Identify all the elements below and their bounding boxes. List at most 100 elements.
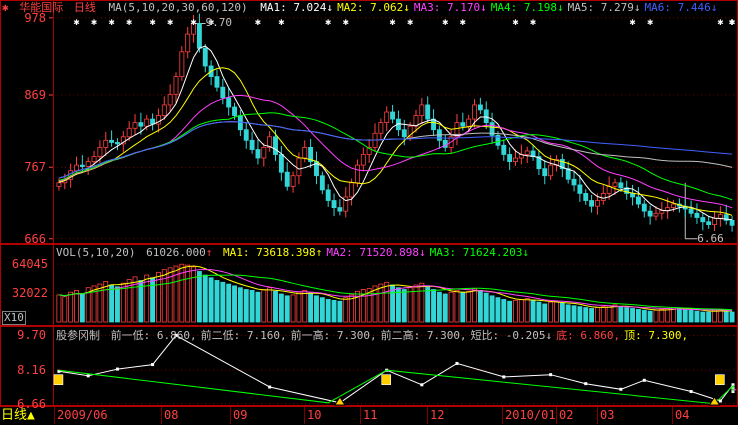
volume-bar[interactable] xyxy=(630,308,636,323)
volume-bar[interactable] xyxy=(729,311,735,323)
candle[interactable] xyxy=(477,97,483,115)
volume-bar[interactable] xyxy=(431,289,436,323)
candle[interactable] xyxy=(267,131,273,152)
volume-bar[interactable] xyxy=(249,290,255,323)
volume-bar[interactable] xyxy=(612,304,618,323)
volume-unit-button[interactable]: X10 xyxy=(2,311,26,325)
candle[interactable] xyxy=(694,203,700,224)
volume-bar[interactable] xyxy=(384,281,390,323)
candle[interactable] xyxy=(717,206,723,227)
candle[interactable] xyxy=(179,46,185,81)
candle[interactable] xyxy=(630,184,636,206)
candle[interactable] xyxy=(173,72,179,103)
volume-bar[interactable] xyxy=(302,290,308,323)
candle[interactable] xyxy=(554,155,559,172)
candle[interactable] xyxy=(308,138,314,168)
volume-bar[interactable] xyxy=(419,282,425,323)
candlestick-series[interactable] xyxy=(56,13,735,232)
candle[interactable] xyxy=(507,147,513,171)
candle[interactable] xyxy=(214,69,220,92)
volume-bar[interactable] xyxy=(700,311,706,323)
candle[interactable] xyxy=(501,139,507,161)
volume-bar[interactable] xyxy=(161,269,167,323)
volume-bar[interactable] xyxy=(600,306,606,323)
candle[interactable] xyxy=(635,187,641,209)
volume-bar[interactable] xyxy=(273,290,278,323)
volume-bar[interactable] xyxy=(653,309,659,323)
volume-bar[interactable] xyxy=(688,309,694,323)
candle[interactable] xyxy=(331,193,337,217)
volume-bar[interactable] xyxy=(436,291,442,323)
candle[interactable] xyxy=(115,138,120,151)
volume-bar[interactable] xyxy=(319,297,325,323)
candle[interactable] xyxy=(489,112,495,144)
volume-bar[interactable] xyxy=(548,301,554,323)
volume-bar[interactable] xyxy=(337,300,343,323)
candle[interactable] xyxy=(249,131,255,154)
volume-bar[interactable] xyxy=(255,291,261,323)
candle[interactable] xyxy=(319,171,325,195)
volume-bar[interactable] xyxy=(284,295,290,323)
candle[interactable] xyxy=(589,194,595,213)
volume-bar[interactable] xyxy=(682,308,688,323)
volume-bar[interactable] xyxy=(79,293,85,323)
volume-bar[interactable] xyxy=(641,309,647,323)
volume-bar[interactable] xyxy=(407,287,413,323)
volume-bar[interactable] xyxy=(191,266,197,323)
volume-bar[interactable] xyxy=(196,271,202,323)
candle[interactable] xyxy=(723,204,729,225)
volume-bar[interactable] xyxy=(583,307,589,323)
volume-bar[interactable] xyxy=(542,303,548,323)
volume-bar[interactable] xyxy=(472,288,477,323)
candle[interactable] xyxy=(325,184,331,207)
volume-bar[interactable] xyxy=(325,299,331,323)
candle[interactable] xyxy=(196,13,202,53)
chart-canvas[interactable]: ✱ ✱ ✱ ✱ ✱ ✱ ✱ ✱ ✱ ✱ ✱ ✱ ✱ ✱ ✱ ✱ ✱ ✱ ✱ ✱ ✱ ✱✱✱✱ xyxy=(0,0,738,425)
candle[interactable] xyxy=(559,153,565,178)
volume-bar[interactable] xyxy=(489,295,495,323)
candle[interactable] xyxy=(237,109,243,137)
candle[interactable] xyxy=(583,189,589,205)
volume-bar[interactable] xyxy=(261,289,267,323)
candle[interactable] xyxy=(343,187,349,218)
volume-bar[interactable] xyxy=(518,299,524,323)
volume-bar[interactable] xyxy=(536,301,542,323)
volume-bars[interactable] xyxy=(56,263,735,323)
volume-bar[interactable] xyxy=(343,297,349,323)
volume-bar[interactable] xyxy=(589,308,595,323)
candle[interactable] xyxy=(226,87,232,116)
candle[interactable] xyxy=(682,199,688,218)
volume-bar[interactable] xyxy=(425,286,431,323)
volume-bar[interactable] xyxy=(513,299,518,323)
volume-bar[interactable] xyxy=(460,291,466,323)
volume-bar[interactable] xyxy=(237,287,243,323)
candle[interactable] xyxy=(390,104,396,124)
volume-bar[interactable] xyxy=(62,296,68,323)
volume-bar[interactable] xyxy=(571,305,577,323)
candle[interactable] xyxy=(542,160,548,185)
volume-bar[interactable] xyxy=(665,308,671,323)
candle[interactable] xyxy=(278,145,284,181)
volume-bar[interactable] xyxy=(413,284,419,323)
candle[interactable] xyxy=(314,151,319,185)
candle[interactable] xyxy=(85,157,91,176)
volume-bar[interactable] xyxy=(477,290,483,323)
volume-bar[interactable] xyxy=(483,292,489,323)
volume-bar[interactable] xyxy=(56,294,62,323)
volume-bar[interactable] xyxy=(624,307,630,323)
candle[interactable] xyxy=(571,170,577,192)
volume-bar[interactable] xyxy=(68,291,74,323)
volume-bar[interactable] xyxy=(208,277,214,323)
volume-bar[interactable] xyxy=(314,295,319,323)
candle[interactable] xyxy=(524,146,530,163)
volume-bar[interactable] xyxy=(331,299,337,323)
volume-bar[interactable] xyxy=(712,309,717,323)
volume-bar[interactable] xyxy=(308,292,314,323)
candle[interactable] xyxy=(454,114,460,146)
candle[interactable] xyxy=(565,161,571,184)
volume-bar[interactable] xyxy=(676,308,682,323)
candle[interactable] xyxy=(284,162,290,191)
volume-bar[interactable] xyxy=(554,300,559,323)
candle[interactable] xyxy=(706,216,712,229)
volume-bar[interactable] xyxy=(706,311,712,323)
